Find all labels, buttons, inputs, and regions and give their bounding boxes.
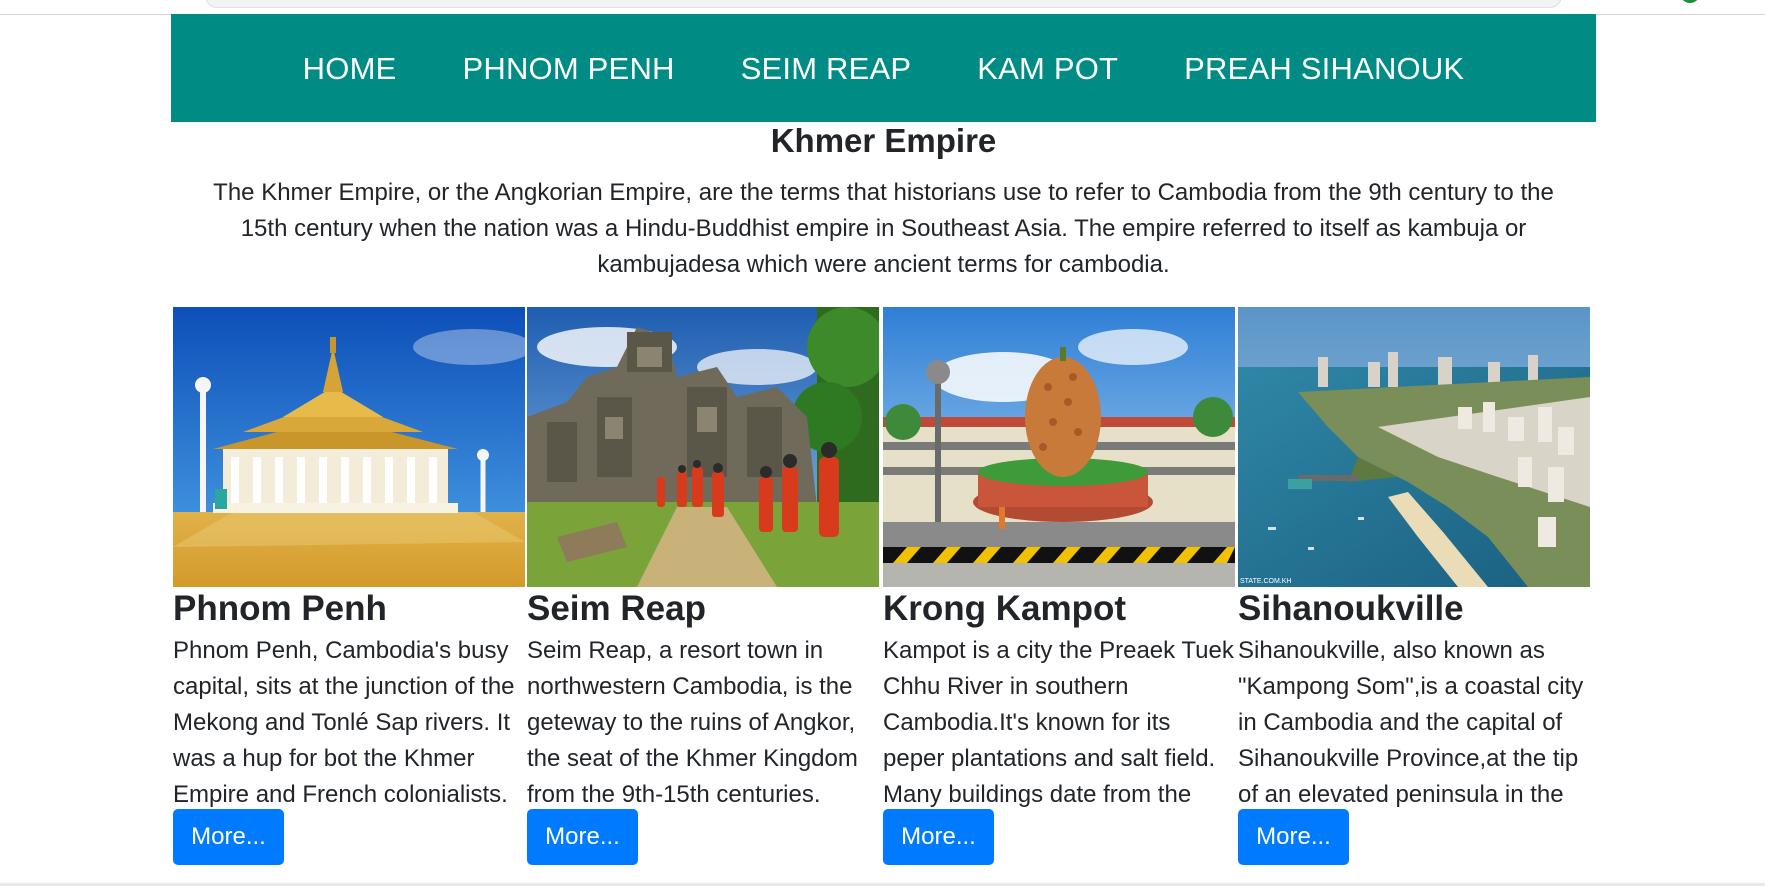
more-button[interactable]: More... (527, 809, 638, 865)
browser-top-bar (0, 0, 1765, 15)
card-title: Seim Reap (527, 589, 706, 628)
main-navbar: HOME PHNOM PENH SEIM REAP KAM POT PREAH … (171, 14, 1596, 122)
card-text: Kampot is a city the Preaek Tuek Chhu Ri… (883, 637, 1234, 808)
nav-item-home[interactable]: HOME (303, 49, 397, 87)
card-text: Seim Reap, a resort town in northwestern… (527, 637, 858, 808)
durian-roundabout-photo (883, 307, 1235, 587)
profile-icon[interactable] (1680, 0, 1700, 3)
card-text: Sihanoukville, also known as "Kampong So… (1238, 637, 1584, 808)
card-krong-kampot: Krong Kampot Kampot is a city the Preaek… (883, 307, 1235, 867)
card-sihanoukville: STATE.COM.KH Sihanoukville Sihanoukville… (1238, 307, 1590, 867)
page-title: Khmer Empire (770, 122, 997, 159)
card-title: Phnom Penh (173, 589, 387, 628)
more-button[interactable]: More... (883, 809, 994, 865)
nav-item-kam-pot[interactable]: KAM POT (977, 49, 1118, 87)
nav-item-seim-reap[interactable]: SEIM REAP (741, 49, 912, 87)
card-title: Krong Kampot (883, 589, 1127, 628)
card-text: Phnom Penh, Cambodia's busy capital, sit… (173, 637, 515, 808)
more-button[interactable]: More... (1238, 809, 1349, 865)
city-cards: Phnom Penh Phnom Penh, Cambodia's busy c… (173, 307, 1595, 867)
nav-item-phnom-penh[interactable]: PHNOM PENH (462, 49, 674, 87)
angkor-temple-photo (527, 307, 879, 587)
coastal-city-photo: STATE.COM.KH (1238, 307, 1590, 587)
card-title: Sihanoukville (1238, 589, 1464, 628)
royal-palace-photo (173, 307, 525, 587)
intro-paragraph: The Khmer Empire, or the Angkorian Empir… (213, 179, 1554, 278)
more-button[interactable]: More... (173, 809, 284, 865)
card-phnom-penh: Phnom Penh Phnom Penh, Cambodia's busy c… (173, 307, 525, 867)
nav-item-preah-sihanouk[interactable]: PREAH SIHANOUK (1184, 49, 1464, 87)
address-bar[interactable] (205, 0, 1562, 8)
card-seim-reap: Seim Reap Seim Reap, a resort town in no… (527, 307, 879, 867)
intro-section: The Khmer Empire, or the Angkorian Empir… (171, 175, 1596, 283)
photo-watermark: STATE.COM.KH (1240, 578, 1292, 585)
